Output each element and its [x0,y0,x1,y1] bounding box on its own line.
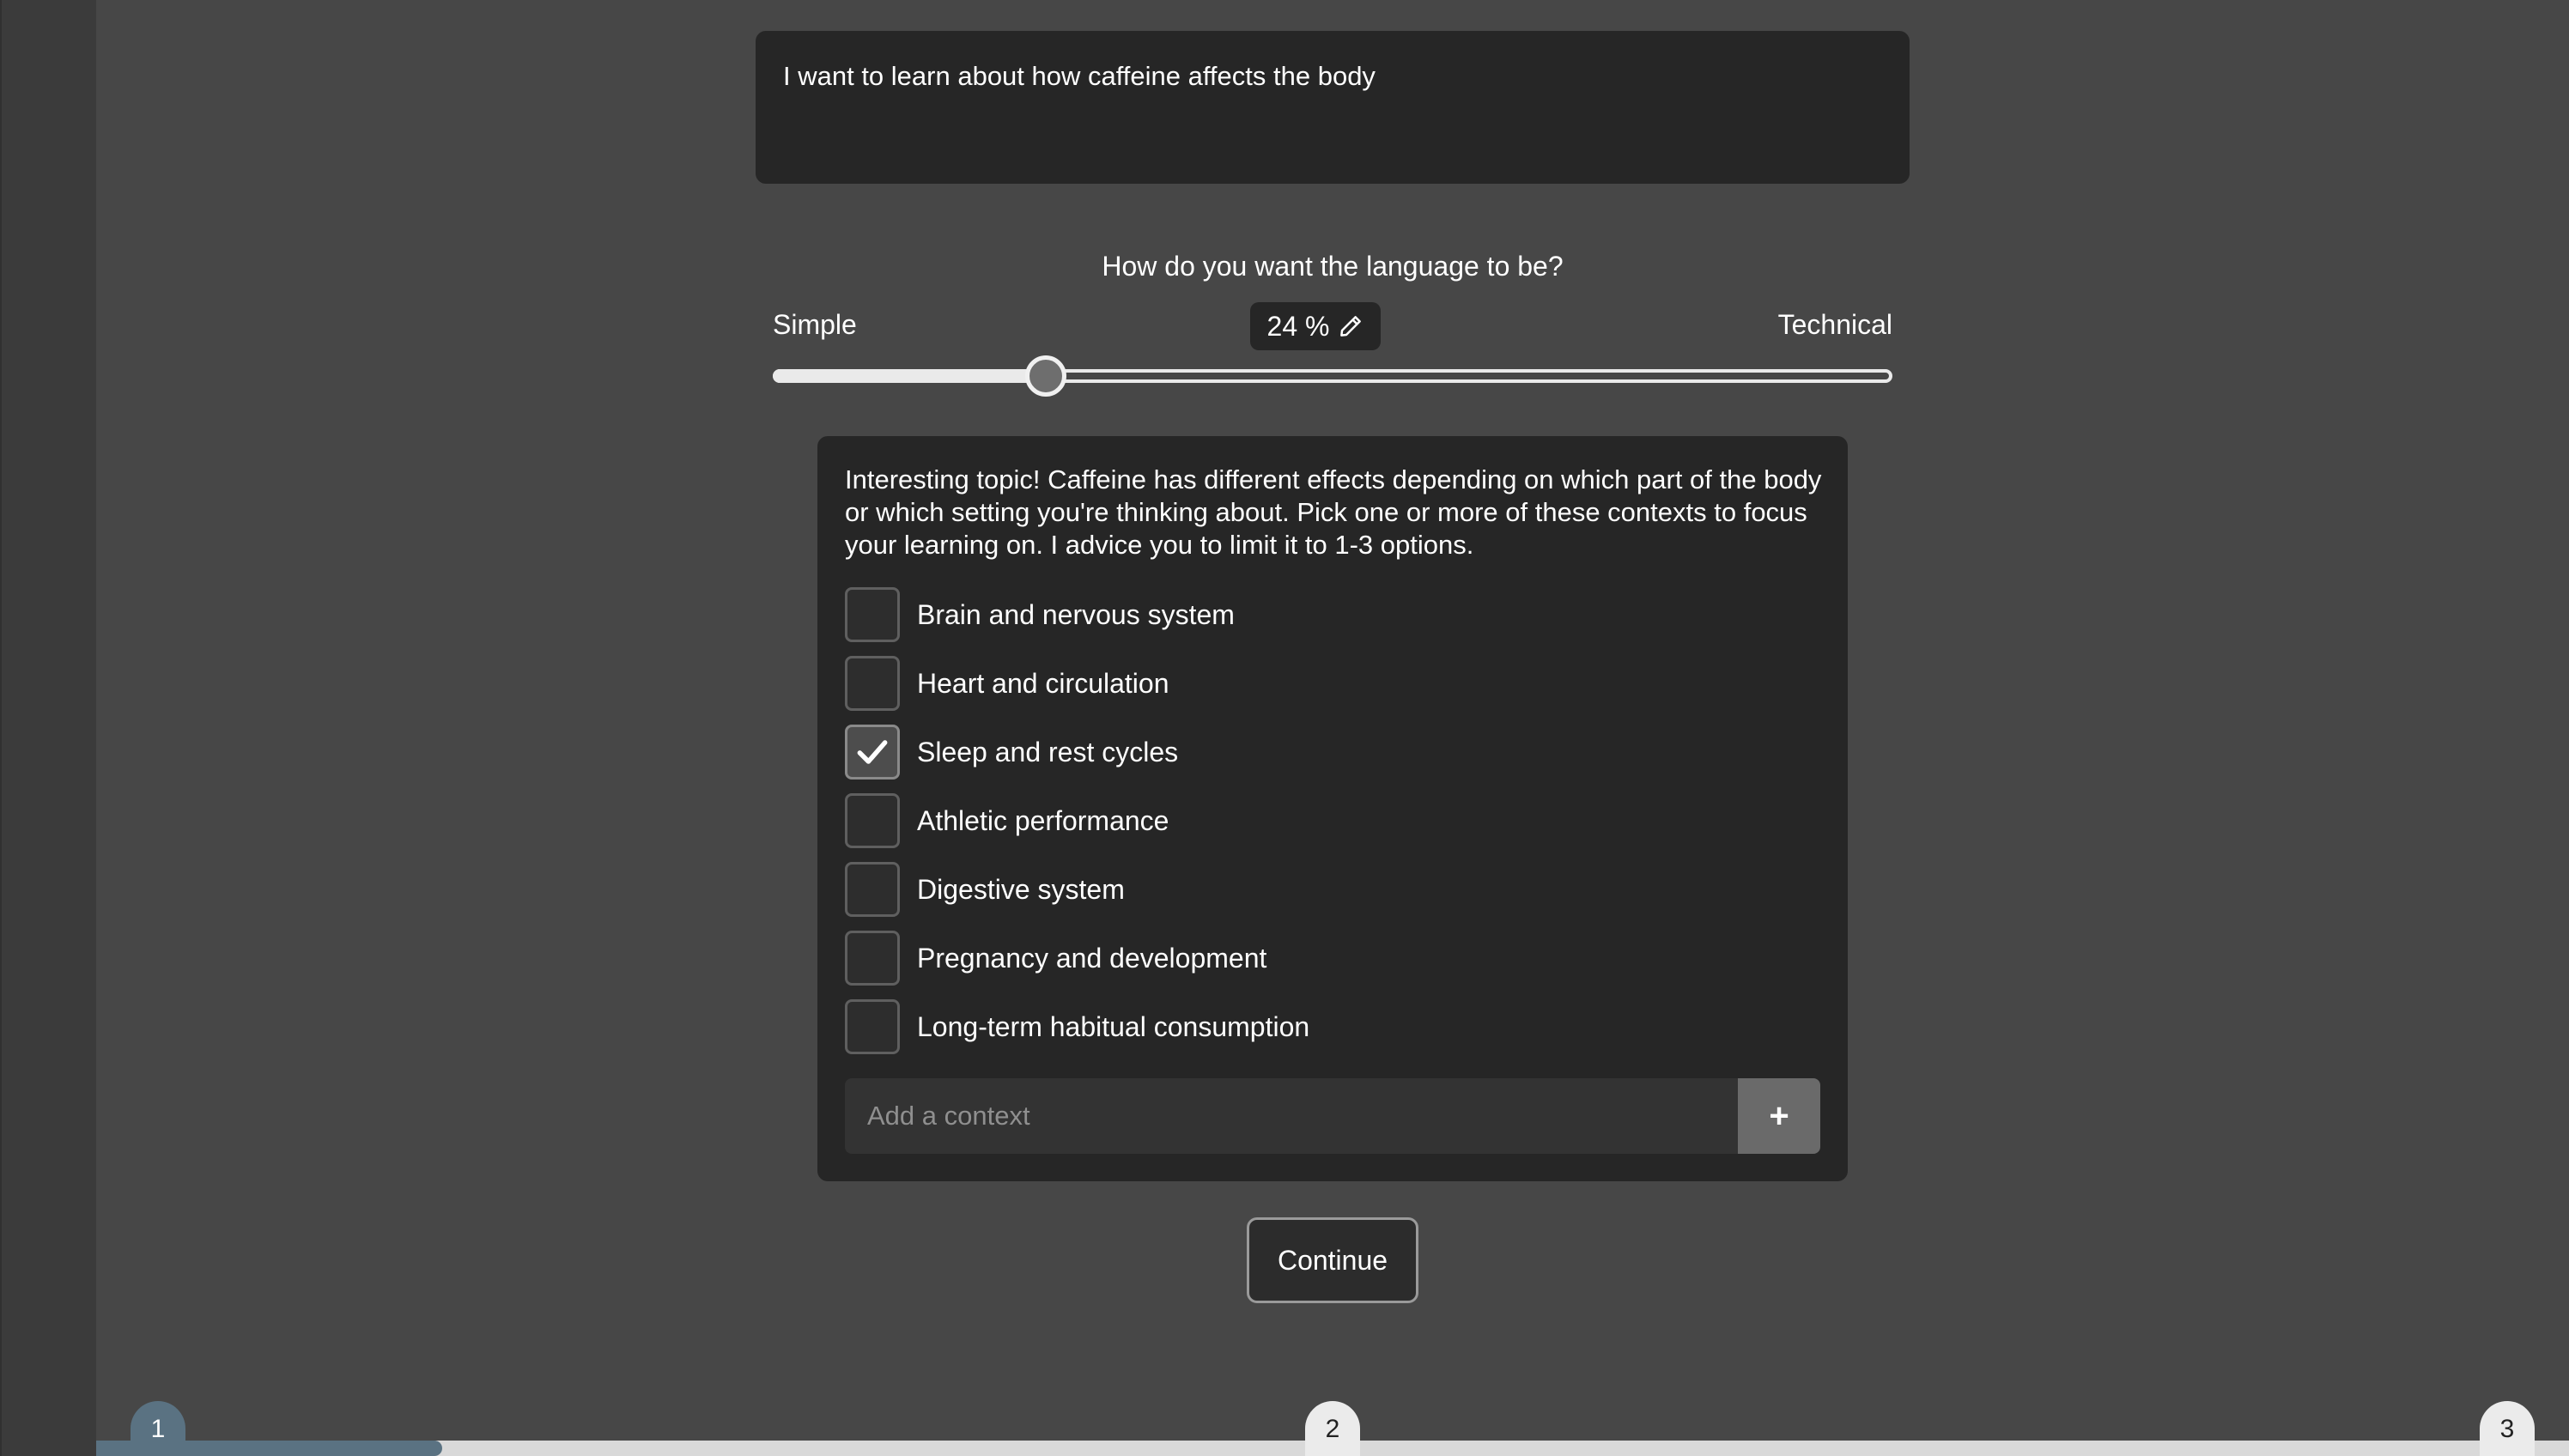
step-marker-1[interactable]: 1 [131,1401,185,1456]
option-label: Brain and nervous system [917,598,1235,630]
option-checkbox[interactable] [845,862,900,917]
add-context-row: + [845,1078,1820,1154]
option-checkbox[interactable] [845,793,900,848]
language-value-text: 24 % [1266,310,1330,342]
add-context-button[interactable]: + [1738,1078,1820,1154]
step-marker-3[interactable]: 3 [2480,1401,2535,1456]
context-option[interactable]: Brain and nervous system [845,587,1789,642]
step-marker-2[interactable]: 2 [1305,1401,1360,1456]
add-context-input[interactable] [845,1078,1738,1154]
context-option[interactable]: Athletic performance [845,793,1789,848]
option-checkbox[interactable] [845,587,900,642]
context-intro-text: Interesting topic! Caffeine has differen… [845,464,1822,560]
option-label: Digestive system [917,873,1125,905]
option-checkbox[interactable] [845,725,900,780]
pencil-icon[interactable] [1338,313,1363,339]
context-option[interactable]: Pregnancy and development [845,931,1789,986]
language-value-pill[interactable]: 24 % [1250,302,1381,350]
context-option[interactable]: Sleep and rest cycles [845,725,1789,780]
context-option[interactable]: Digestive system [845,862,1789,917]
option-label: Sleep and rest cycles [917,736,1179,767]
option-label: Pregnancy and development [917,942,1267,974]
context-option[interactable]: Heart and circulation [845,656,1789,711]
option-label: Athletic performance [917,804,1169,836]
slider-min-label: Simple [773,309,857,340]
option-checkbox[interactable] [845,656,900,711]
left-sidebar [0,0,96,1456]
continue-button[interactable]: Continue [1247,1217,1418,1303]
slider-max-label: Technical [1777,309,1892,340]
option-checkbox[interactable] [845,999,900,1054]
check-icon [857,740,888,764]
option-label: Long-term habitual consumption [917,1010,1310,1042]
option-label: Heart and circulation [917,667,1169,699]
language-question: How do you want the language to be? [1102,251,1564,282]
option-checkbox[interactable] [845,931,900,986]
language-slider-thumb[interactable] [1025,355,1066,397]
topic-prompt-text: I want to learn about how caffeine affec… [783,61,1376,91]
language-slider-fill [773,369,1046,383]
context-card: Interesting topic! Caffeine has differen… [817,436,1848,1181]
topic-prompt-box[interactable]: I want to learn about how caffeine affec… [756,31,1910,184]
context-option[interactable]: Long-term habitual consumption [845,999,1789,1054]
